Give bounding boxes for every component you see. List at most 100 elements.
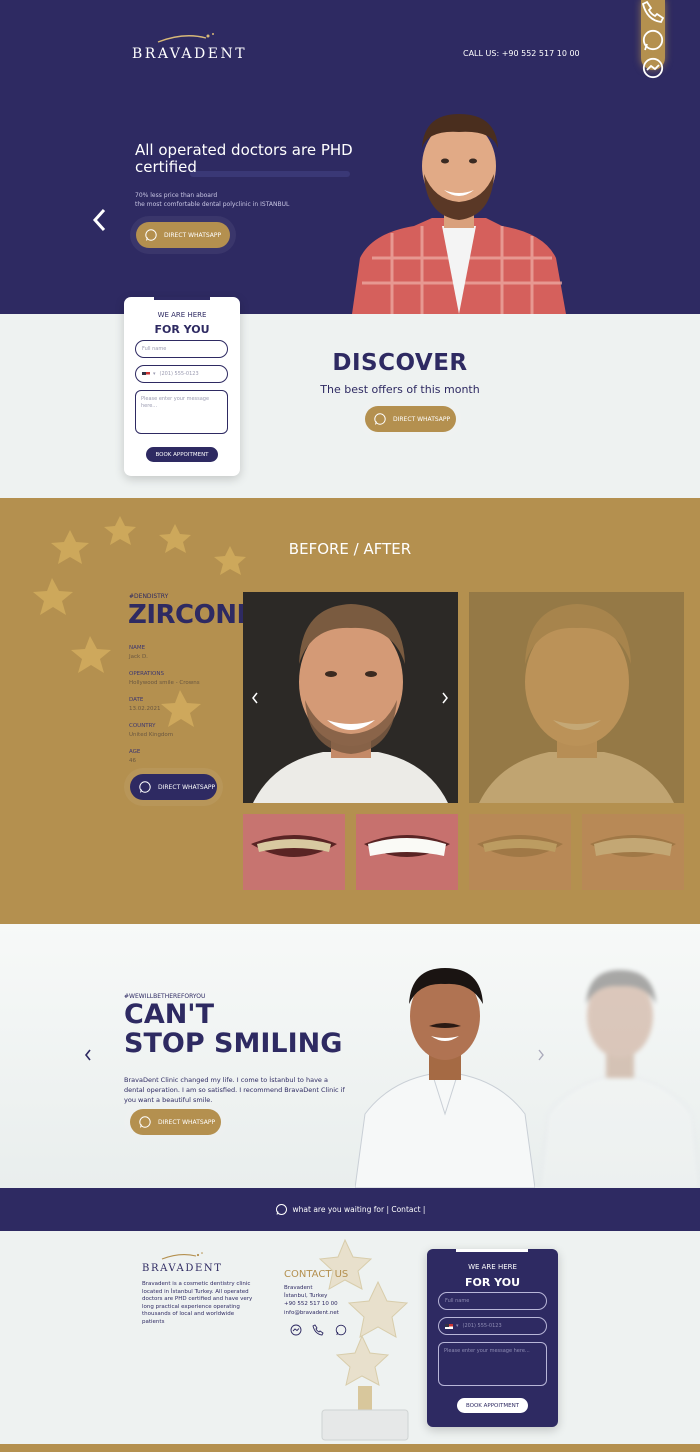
whatsapp-icon [275,1204,287,1215]
contact-title: CONTACT US [284,1269,349,1280]
ba-whatsapp-button[interactable]: DIRECT WHATSAPP [130,774,217,800]
teeth-before-thumbnail[interactable] [243,814,345,890]
meta-value-name: Jack D. [129,654,148,660]
meta-label-age: AGE [129,749,141,755]
form-tab-accent [154,297,210,300]
hero-model-photo [352,114,566,314]
meta-label-operations: OPERATIONS [129,671,164,677]
hero-subtitle-line1: 70% less price than aboard [135,192,218,199]
logo-swoosh-icon [161,1252,203,1260]
testimonial-title-line1: CAN'T [124,999,214,1030]
meta-label-date: DATE [129,697,144,703]
appointment-form: WE ARE HERE FOR YOU Full name ▾ (201) 555… [124,297,240,476]
hero-section: BRAVADENT CALL US: +90 552 517 10 00 All… [0,0,700,314]
meta-value-country: United Kingdom [129,732,174,738]
whatsapp-icon[interactable] [641,28,665,52]
discover-title: DISCOVER [332,350,468,376]
whatsapp-icon [139,1116,151,1128]
logo-swoosh-icon [157,33,214,43]
footer-phone-placeholder: (201) 555-0123 [462,1323,502,1329]
contact-company: Bravadent [284,1285,313,1291]
teeth-before-thumbnail-faded[interactable] [469,814,571,890]
phone-placeholder: (201) 555-0123 [159,371,199,377]
footer-about-text: Bravadent is a cosmetic dentistry clinic… [142,1281,253,1325]
fade-overlay [469,592,684,803]
discover-subtitle: The best offers of this month [320,383,480,396]
discover-whatsapp-button[interactable]: DIRECT WHATSAPP [365,406,456,432]
testimonial-section [0,924,700,1188]
teeth-after-thumbnail[interactable] [356,814,458,890]
testimonial-whatsapp-label: DIRECT WHATSAPP [158,1118,216,1126]
meta-label-name: NAME [129,645,146,651]
contact-email[interactable]: info@bravadent.net [284,1310,339,1316]
footer-form-kicker: WE ARE HERE [468,1263,517,1271]
teeth-after-thumbnail-faded[interactable] [582,814,684,890]
message-field[interactable]: Please enter your message here... [135,390,228,434]
footer-bottom-bar [0,1444,700,1452]
testimonial-title-line2: STOP SMILING [124,1028,343,1059]
footer-form-heading: FOR YOU [464,1276,521,1289]
hero-prev-arrow-icon[interactable] [90,206,110,234]
photo-prev-arrow-icon[interactable] [251,692,259,704]
testimonial-photo [355,968,535,1188]
whatsapp-icon [374,413,386,425]
whatsapp-icon [145,229,157,241]
logo-text: BRAVADENT [132,46,248,62]
footer-logo-text: BRAVADENT [142,1263,223,1274]
form-heading: FOR YOU [154,323,210,336]
meta-value-operations: Hollywood smile - Crowns [129,680,200,686]
meta-value-age: 46 [129,758,136,764]
hero-whatsapp-button[interactable]: DIRECT WHATSAPP [136,222,230,248]
discover-section [0,314,700,498]
footer-message-field[interactable]: Please enter your message here... [438,1342,547,1386]
dentistry-tag: #DENDISTRY [129,593,169,600]
phone-field[interactable]: ▾ (201) 555-0123 [135,365,228,383]
hero-subtitle: 70% less price than aboard the most comf… [135,191,375,209]
contact-banner[interactable]: what are you waiting for | Contact | [0,1188,700,1231]
testimonial-quote: BravaDent Clinic changed my life. I come… [124,1076,345,1104]
trophy-illustration-icon [318,1238,409,1441]
footer-phone-field[interactable]: ▾ (201) 555-0123 [438,1317,547,1335]
hero-whatsapp-label: DIRECT WHATSAPP [164,231,222,239]
teeth-after-illustration [356,814,458,890]
full-name-field[interactable]: Full name [135,340,228,358]
phone-icon[interactable] [641,0,665,24]
hero-title: All operated doctors are PHD certified [135,141,353,176]
form-tab-accent [456,1249,528,1252]
teeth-before-illustration [243,814,345,890]
testimonial-prev-arrow-icon[interactable] [84,1049,92,1061]
after-face-illustration [243,592,458,803]
next-face-photo [469,592,684,803]
contact-phone[interactable]: +90 552 517 10 00 [284,1301,338,1307]
call-us-link[interactable]: CALL US: +90 552 517 10 00 [463,49,580,58]
testimonial-next-arrow-icon[interactable] [537,1049,545,1061]
meta-label-country: COUNTRY [129,723,156,729]
discover-whatsapp-label: DIRECT WHATSAPP [393,415,451,423]
messenger-icon[interactable] [290,1324,302,1336]
messenger-icon[interactable] [641,56,665,80]
photo-next-arrow-icon[interactable] [441,692,449,704]
banner-text: what are you waiting for | Contact | [292,1205,426,1214]
floating-contact-bar [641,0,665,79]
testimonial-title: CAN'T STOP SMILING [124,1000,342,1058]
testimonial-whatsapp-button[interactable]: DIRECT WHATSAPP [130,1109,221,1135]
footer-full-name-placeholder: Full name [445,1298,470,1304]
hero-subtitle-line2: the most comfortable dental polyclinic i… [135,201,290,208]
whatsapp-icon[interactable] [335,1324,347,1336]
phone-icon[interactable] [312,1324,324,1336]
us-flag-icon[interactable] [445,1323,453,1329]
testimonial-next-photo [540,970,700,1188]
footer-appointment-form: WE ARE HERE FOR YOU Full name ▾ (201) 555… [427,1249,558,1427]
before-after-title: BEFORE / AFTER [288,540,412,558]
whatsapp-icon [139,781,151,793]
book-appointment-button[interactable]: BOOK APPOITMENT [146,447,218,462]
form-kicker: WE ARE HERE [157,311,207,319]
footer-book-appointment-button[interactable]: BOOK APPOITMENT [457,1398,528,1413]
contact-city: İstanbul, Turkey [284,1293,328,1299]
footer-full-name-field[interactable]: Full name [438,1292,547,1310]
after-face-photo [243,592,458,803]
us-flag-icon[interactable] [142,371,150,377]
ba-whatsapp-label: DIRECT WHATSAPP [158,783,216,791]
full-name-placeholder: Full name [142,346,167,352]
fade-overlay [469,814,571,890]
